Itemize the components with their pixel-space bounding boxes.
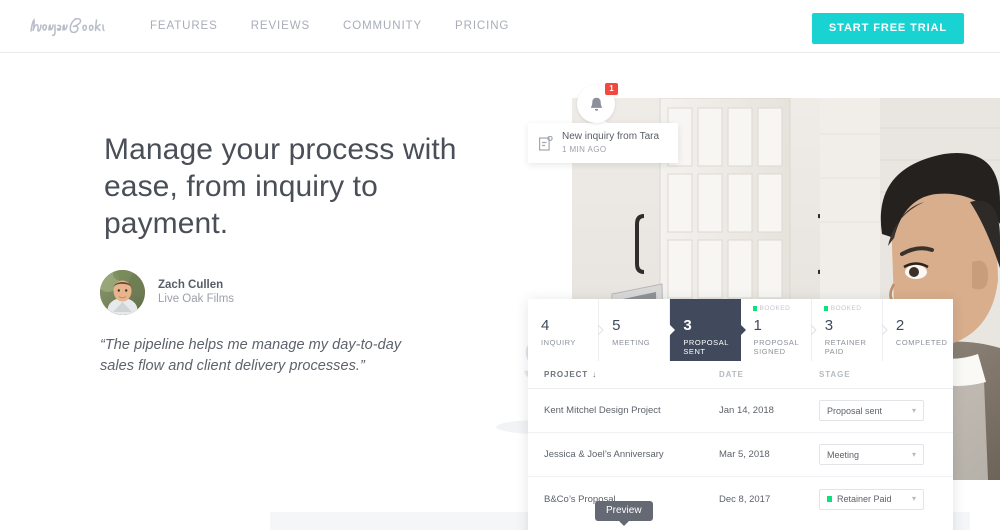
stage-dropdown[interactable]: Proposal sent ▾ (819, 400, 924, 421)
pipeline-stage-bar: 4 INQUIRY 5 MEETING 3 PROPOSAL SENT BOOK… (528, 299, 954, 361)
column-header-stage[interactable]: STAGE (819, 370, 850, 379)
cell-stage: Meeting ▾ (819, 444, 937, 465)
notification-bell-button[interactable]: 1 (577, 83, 618, 123)
booked-badge: BOOKED (823, 305, 862, 312)
nav-item-reviews[interactable]: REVIEWS (251, 20, 310, 32)
chevron-down-icon: ▾ (911, 449, 916, 459)
projects-table: PROJECT ↓ DATE STAGE Kent Mitchel Design… (528, 361, 953, 521)
start-free-trial-button[interactable]: START FREE TRIAL (811, 13, 964, 44)
nav-item-pricing[interactable]: PRICING (455, 20, 509, 32)
main-nav: FEATURES REVIEWS COMMUNITY PRICING (150, 20, 509, 32)
chevron-right-icon (881, 325, 888, 335)
column-header-project[interactable]: PROJECT ↓ (544, 370, 719, 379)
stage-dropdown-value: Meeting (827, 449, 860, 460)
testimonial-person: Zach Cullen Live Oak Films (100, 270, 500, 315)
testimonial-quote: “The pipeline helps me manage my day-to-… (100, 337, 402, 374)
avatar-photo-icon (100, 270, 145, 315)
booked-label: BOOKED (830, 305, 862, 312)
cell-stage: Proposal sent ▾ (819, 400, 937, 421)
testimonial-block: Zach Cullen Live Oak Films “The pipeline… (100, 270, 500, 377)
stage-label: PROPOSAL SIGNED (753, 338, 800, 356)
chevron-right-icon (598, 325, 604, 335)
notification-card[interactable]: New inquiry from Tara 1 MIN AGO (528, 117, 678, 163)
stage-label: MEETING (612, 338, 651, 347)
stage-count: 3 (683, 317, 692, 334)
stage-label: INQUIRY (541, 338, 576, 347)
stage-label: PROPOSAL SENT (683, 338, 730, 356)
booked-dot-icon (827, 496, 832, 502)
honeybook-logo[interactable] (28, 13, 110, 39)
booked-dot-icon (823, 306, 828, 311)
pipeline-stage-meeting[interactable]: 5 MEETING (598, 299, 671, 361)
stage-count: 2 (895, 317, 905, 334)
testimonial-identity: Zach Cullen Live Oak Films (158, 278, 234, 307)
person-name: Zach Cullen (158, 279, 224, 291)
pipeline-panel: 4 INQUIRY 5 MEETING 3 PROPOSAL SENT BOOK… (528, 299, 954, 530)
pipeline-stage-retainer-paid[interactable]: BOOKED 3 RETAINER PAID (810, 299, 883, 361)
product-screenshot: 1 New inquiry from Tara 1 MIN AGO 4 INQU… (480, 60, 1000, 530)
table-header-row: PROJECT ↓ DATE STAGE (528, 361, 953, 389)
nav-item-community[interactable]: COMMUNITY (343, 20, 422, 32)
chevron-down-icon: ▾ (911, 405, 916, 415)
chevron-down-icon: ▾ (911, 494, 916, 503)
person-company: Live Oak Films (158, 293, 235, 305)
notification-title: New inquiry from Tara (562, 131, 660, 142)
chevron-right-icon (810, 325, 817, 335)
column-header-date[interactable]: DATE (719, 370, 819, 379)
cell-date: Dec 8, 2017 (719, 493, 771, 505)
stage-dropdown-value: Proposal sent (827, 405, 883, 416)
cell-project: Jessica & Joel’s Anniversary (544, 449, 664, 460)
stage-count: 5 (612, 317, 621, 334)
stage-dropdown[interactable]: Retainer Paid ▾ (819, 488, 924, 510)
stage-dropdown-value: Retainer Paid (837, 494, 892, 504)
chevron-right-icon (668, 323, 676, 337)
stage-label: RETAINER PAID (824, 338, 867, 356)
cell-project: Kent Mitchel Design Project (544, 405, 661, 416)
notification-timestamp: 1 MIN AGO (562, 145, 607, 154)
avatar (100, 270, 145, 315)
page-root: FEATURES REVIEWS COMMUNITY PRICING START… (0, 0, 1000, 530)
stage-label: COMPLETED (895, 338, 948, 347)
bell-icon (590, 97, 602, 111)
stage-dropdown[interactable]: Meeting ▾ (819, 444, 924, 465)
column-header-project-label: PROJECT (544, 370, 589, 379)
table-row[interactable]: Kent Mitchel Design Project Jan 14, 2018… (528, 389, 953, 433)
cell-date: Jan 14, 2018 (719, 405, 774, 416)
pipeline-stage-completed[interactable]: 2 COMPLETED (881, 299, 954, 361)
chevron-right-icon (738, 323, 747, 337)
page-title: Manage your process with ease, from inqu… (104, 133, 457, 240)
preview-tooltip[interactable]: Preview (595, 501, 653, 526)
stage-count: 3 (824, 317, 834, 334)
booked-label: BOOKED (759, 305, 791, 312)
booked-badge: BOOKED (752, 305, 791, 312)
table-row[interactable]: B&Co’s Proposal Dec 8, 2017 Retainer Pai… (528, 477, 953, 521)
logo-wordmark-icon (30, 17, 105, 37)
notification-badge: 1 (605, 83, 618, 95)
table-row[interactable]: Jessica & Joel’s Anniversary Mar 5, 2018… (528, 433, 953, 477)
site-header: FEATURES REVIEWS COMMUNITY PRICING START… (0, 0, 1000, 53)
cell-stage: Retainer Paid ▾ (819, 488, 937, 510)
pipeline-stage-proposal-sent[interactable]: 3 PROPOSAL SENT (668, 299, 741, 361)
sort-descending-icon: ↓ (592, 370, 597, 379)
stage-count: 4 (541, 317, 550, 334)
cell-date: Mar 5, 2018 (719, 449, 770, 460)
booked-dot-icon (752, 306, 757, 311)
nav-item-features[interactable]: FEATURES (150, 20, 218, 32)
pipeline-stage-proposal-signed[interactable]: BOOKED 1 PROPOSAL SIGNED (738, 299, 812, 361)
new-inquiry-icon (539, 135, 553, 151)
stage-count: 1 (753, 317, 762, 334)
pipeline-stage-inquiry[interactable]: 4 INQUIRY (528, 299, 600, 361)
notification-text: New inquiry from Tara 1 MIN AGO (562, 131, 659, 155)
